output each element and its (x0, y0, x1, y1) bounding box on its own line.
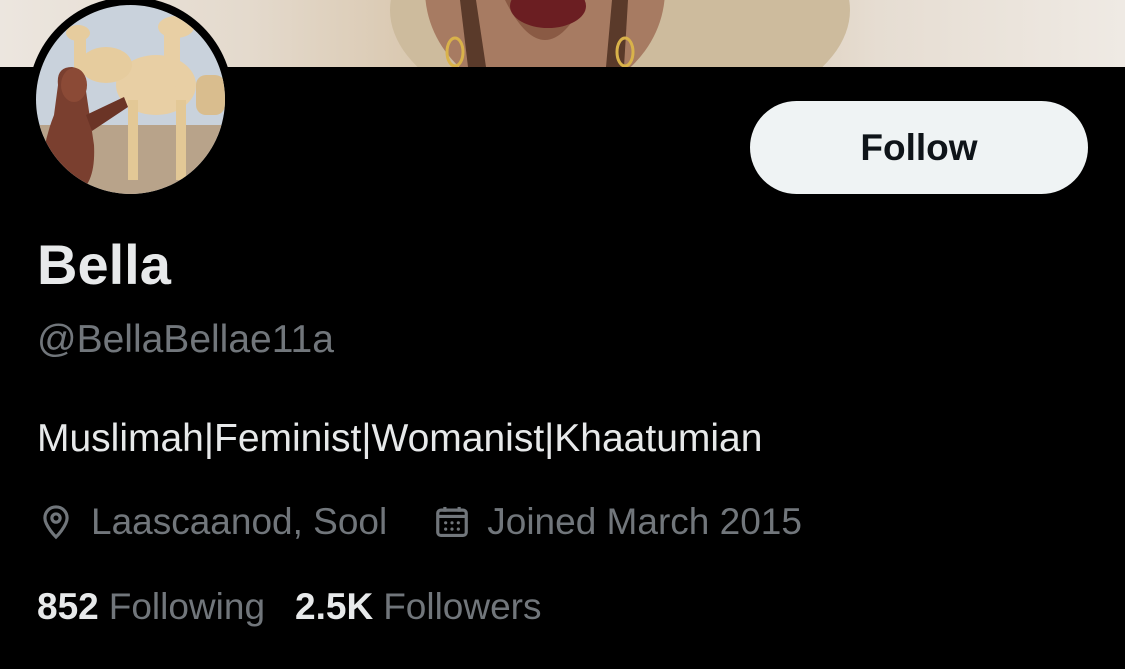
profile-handle: @BellaBellae11a (37, 318, 334, 361)
location-pin-icon (37, 503, 75, 541)
join-date-text: Joined March 2015 (487, 501, 802, 542)
avatar[interactable] (28, 0, 233, 202)
profile-stats: 852 Following 2.5K Followers (37, 582, 542, 632)
avatar-photo (36, 5, 225, 194)
followers-label: Followers (383, 586, 542, 627)
calendar-icon (433, 503, 471, 541)
profile-display-name: Bella (37, 233, 171, 296)
followers-count: 2.5K (295, 586, 374, 627)
followers-link[interactable]: 2.5K Followers (295, 586, 541, 628)
follow-button[interactable]: Follow (750, 101, 1088, 194)
location-text: Laascaanod, Sool (91, 501, 388, 542)
following-link[interactable]: 852 Following (37, 586, 265, 628)
profile-bio: Muslimah|Feminist|Womanist|Khaatumian (37, 417, 763, 460)
profile-join-date: Joined March 2015 (433, 501, 802, 543)
following-label: Following (108, 586, 266, 627)
profile-location: Laascaanod, Sool (37, 501, 387, 543)
profile-meta: Laascaanod, Sool Joined March 2015 (37, 496, 802, 548)
following-count: 852 (37, 586, 99, 627)
